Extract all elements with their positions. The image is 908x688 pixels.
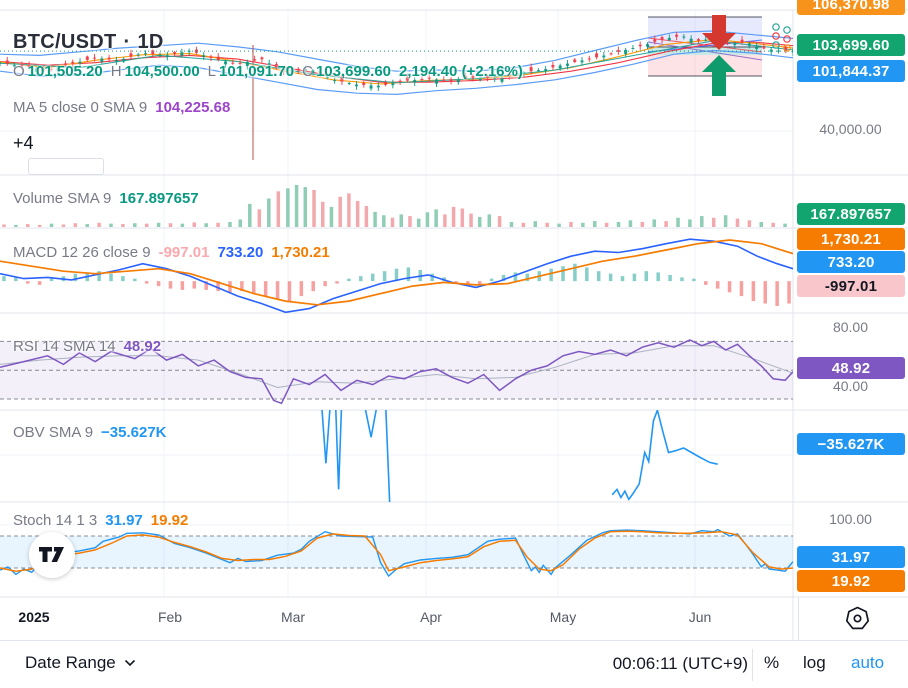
tradingview-logo-glyph bbox=[39, 547, 64, 562]
interval-label: 1D bbox=[137, 31, 164, 53]
axis-tick-rsi-40: 40.00 bbox=[832, 378, 869, 394]
high-key: H bbox=[110, 63, 122, 80]
low-key: L bbox=[207, 63, 217, 80]
macd-indicator-row[interactable]: MACD 12 26 close 9 -997.01 733.20 1,730.… bbox=[13, 244, 330, 261]
chevron-down-icon bbox=[124, 659, 135, 667]
stoch-k-value: 31.97 bbox=[105, 512, 143, 529]
volume-label: Volume SMA 9 bbox=[13, 190, 112, 207]
time-label-feb: Feb bbox=[157, 609, 183, 625]
time-label-may: May bbox=[549, 609, 577, 625]
axis-label-macd-hist: -997.01 bbox=[797, 275, 905, 297]
close-key: C bbox=[302, 63, 313, 80]
axis-label-obv: −35.627K bbox=[797, 433, 905, 455]
obv-value: −35.627K bbox=[101, 424, 167, 441]
macd-signal-value: 1,730.21 bbox=[271, 244, 330, 261]
open-key: O bbox=[13, 63, 25, 80]
stoch-label: Stoch 14 1 3 bbox=[13, 512, 98, 529]
ma-label: MA 5 close 0 SMA 9 bbox=[13, 99, 148, 116]
axis-label-macd-line: 733.20 bbox=[797, 251, 905, 273]
volume-value: 167.897657 bbox=[119, 190, 199, 207]
time-label-2025: 2025 bbox=[18, 609, 50, 625]
macd-line-value: 733.20 bbox=[217, 244, 264, 261]
auto-scale-button[interactable]: auto bbox=[851, 653, 884, 673]
axis-label-macd-signal: 1,730.21 bbox=[797, 228, 905, 250]
axis-label-low: 101,844.37 bbox=[797, 60, 905, 82]
macd-hist-value: -997.01 bbox=[158, 244, 210, 261]
bottom-toolbar: Date Range 00:06:11 (UTC+9) % log auto bbox=[0, 640, 908, 688]
open-value: 101,505.20 bbox=[27, 63, 103, 80]
axis-label-rsi: 48.92 bbox=[797, 357, 905, 379]
axis-label-stoch-d: 19.92 bbox=[797, 570, 905, 592]
axis-tick-rsi-80: 80.00 bbox=[832, 319, 869, 335]
high-value: 104,500.00 bbox=[124, 63, 200, 80]
session-clock[interactable]: 00:06:11 (UTC+9) bbox=[613, 654, 748, 674]
tradingview-logo[interactable] bbox=[29, 532, 75, 578]
obv-indicator-row[interactable]: OBV SMA 9 −35.627K bbox=[13, 424, 167, 441]
more-indicators-button[interactable]: +4 bbox=[13, 133, 34, 154]
time-axis[interactable]: 2025 Feb Mar Apr May Jun bbox=[0, 597, 908, 640]
axis-label-high: 106,370.98 bbox=[797, 0, 905, 15]
symbol-title[interactable]: BTC/USDT · 1D bbox=[13, 31, 164, 54]
more-indicators-label: +4 bbox=[13, 133, 34, 153]
macd-label: MACD 12 26 close 9 bbox=[13, 244, 151, 261]
price-axis[interactable]: 106,370.98 103,699.60 101,844.37 40,000.… bbox=[793, 0, 908, 640]
axis-tick-40000: 40,000.00 bbox=[819, 121, 882, 137]
collapsed-indicator-outline bbox=[28, 158, 104, 175]
axis-label-stoch-k: 31.97 bbox=[797, 546, 905, 568]
time-label-apr: Apr bbox=[420, 609, 442, 625]
close-value: 103,699.60 bbox=[315, 63, 392, 80]
change-value: 2,194.40 (+2.16%) bbox=[399, 63, 523, 80]
time-axis-separator bbox=[798, 597, 799, 640]
date-range-label: Date Range bbox=[25, 653, 116, 672]
axis-settings-icon[interactable] bbox=[844, 605, 871, 632]
axis-tick-stoch-100: 100.00 bbox=[829, 511, 872, 527]
rsi-indicator-row[interactable]: RSI 14 SMA 14 48.92 bbox=[13, 338, 161, 355]
stoch-indicator-row[interactable]: Stoch 14 1 3 31.97 19.92 bbox=[13, 512, 188, 529]
low-value: 101,091.70 bbox=[219, 63, 295, 80]
rsi-label: RSI 14 SMA 14 bbox=[13, 338, 116, 355]
date-range-button[interactable]: Date Range bbox=[25, 653, 136, 673]
axis-label-last-price: 103,699.60 bbox=[797, 34, 905, 56]
obv-label: OBV SMA 9 bbox=[13, 424, 94, 441]
time-label-mar: Mar bbox=[280, 609, 306, 625]
rsi-value: 48.92 bbox=[123, 338, 162, 355]
toolbar-separator bbox=[752, 649, 753, 681]
tradingview-chart-widget: BTC/USDT · 1D O 101,505.20 H 104,500.00 … bbox=[0, 0, 908, 688]
ma-indicator-row[interactable]: MA 5 close 0 SMA 9 104,225.68 bbox=[13, 99, 230, 116]
ohlc-row: O 101,505.20 H 104,500.00 L 101,091.70 C… bbox=[13, 63, 523, 80]
axis-label-volume-sma: 167.897657 bbox=[797, 203, 905, 225]
time-label-jun: Jun bbox=[688, 609, 712, 625]
separator-dot: · bbox=[123, 31, 131, 53]
volume-indicator-row[interactable]: Volume SMA 9 167.897657 bbox=[13, 190, 199, 207]
log-scale-button[interactable]: log bbox=[803, 653, 826, 673]
percent-scale-button[interactable]: % bbox=[764, 653, 779, 673]
ma-value: 104,225.68 bbox=[155, 99, 231, 116]
symbol-name: BTC/USDT bbox=[13, 31, 117, 53]
stoch-d-value: 19.92 bbox=[150, 512, 189, 529]
